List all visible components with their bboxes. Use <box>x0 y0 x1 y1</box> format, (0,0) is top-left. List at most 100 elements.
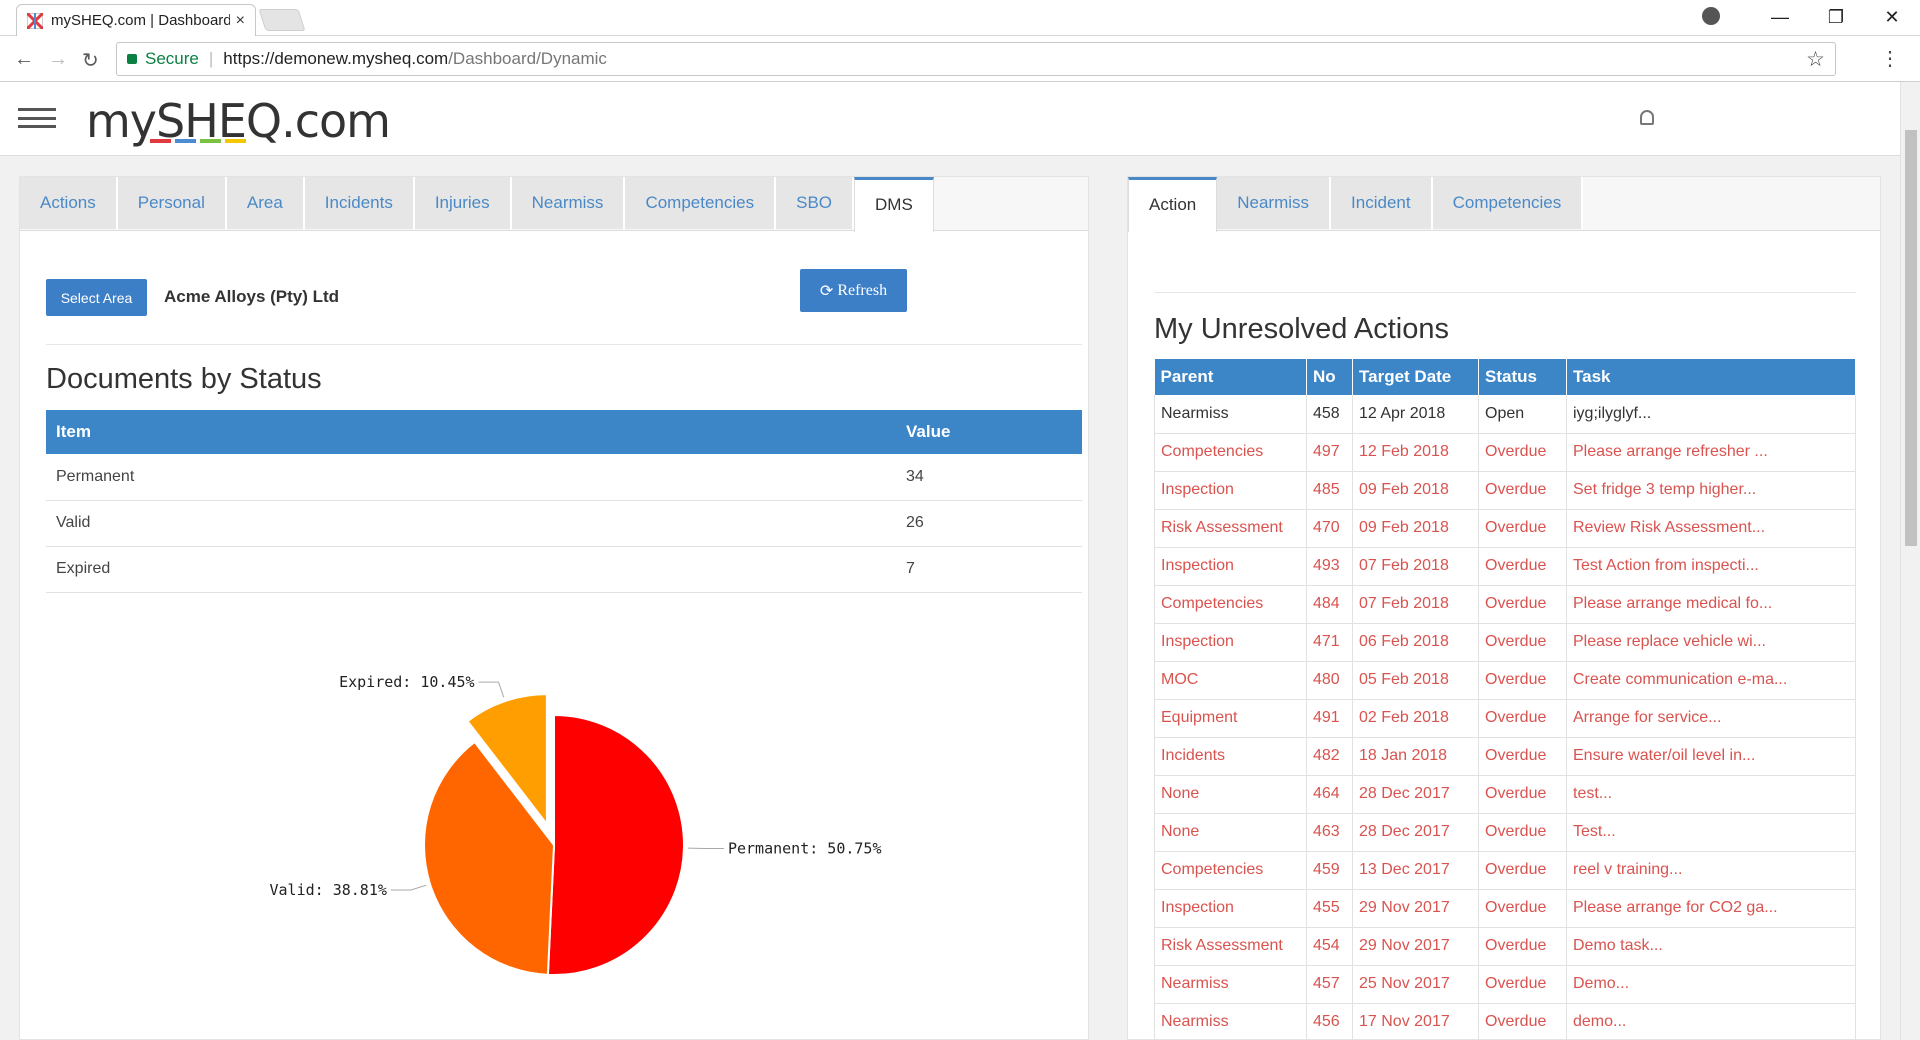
tab-nearmiss[interactable]: Nearmiss <box>1217 177 1332 229</box>
task-cell: Review Risk Assessment... <box>1566 509 1856 548</box>
number-cell: 454 <box>1306 927 1353 966</box>
documents-title: Documents by Status <box>46 363 322 395</box>
table-row[interactable]: Inspection 493 07 Feb 2018 Overdue Test Acti… <box>1154 547 1856 586</box>
window-controls: — ❐ ✕ <box>1752 0 1920 34</box>
logo-color-bars <box>150 139 246 143</box>
tab-incident[interactable]: Incident <box>1331 177 1433 229</box>
table-row[interactable]: Competencies 497 12 Feb 2018 Overdue Please … <box>1154 433 1856 472</box>
tab-actions[interactable]: Actions <box>20 177 118 229</box>
table-row: Expired 7 <box>46 546 1082 593</box>
status-cell: Overdue <box>1478 661 1567 700</box>
back-icon[interactable]: ← <box>14 48 34 71</box>
table-row[interactable]: Equipment 491 02 Feb 2018 Overdue Arrange fo… <box>1154 699 1856 738</box>
site-favicon-icon <box>25 11 45 30</box>
column-header-parent: Parent <box>1154 359 1307 395</box>
tab-dms[interactable]: DMS <box>854 177 934 232</box>
minimize-icon[interactable]: — <box>1752 7 1808 28</box>
table-row[interactable]: Inspection 455 29 Nov 2017 Overdue Please ar… <box>1154 889 1856 928</box>
target-date-cell: 06 Feb 2018 <box>1352 623 1479 662</box>
secure-label: Secure <box>145 49 199 68</box>
parent-cell: Inspection <box>1154 471 1307 510</box>
task-cell: Please arrange refresher ... <box>1566 433 1856 472</box>
restore-icon[interactable]: ❐ <box>1808 7 1864 28</box>
target-date-cell: 25 Nov 2017 <box>1352 965 1479 1004</box>
number-cell: 455 <box>1306 889 1353 928</box>
logo-bar <box>225 139 246 143</box>
status-cell: Overdue <box>1478 433 1567 472</box>
target-date-cell: 29 Nov 2017 <box>1352 927 1479 966</box>
number-cell: 459 <box>1306 851 1353 890</box>
target-date-cell: 09 Feb 2018 <box>1352 471 1479 510</box>
status-cell: Open <box>1478 395 1567 434</box>
task-cell: Please arrange for CO2 ga... <box>1566 889 1856 928</box>
close-tab-icon[interactable]: × <box>236 12 245 30</box>
logo-bar <box>200 139 221 143</box>
browser-tab[interactable]: mySHEQ.com | Dashboard × <box>16 4 256 36</box>
pie-label-expired: Expired: 10.45% <box>339 673 474 691</box>
table-row[interactable]: Competencies 459 13 Dec 2017 Overdue reel v … <box>1154 851 1856 890</box>
tab-nearmiss[interactable]: Nearmiss <box>511 177 626 229</box>
documents-pie-chart: Permanent: 50.75% Valid: 38.81% Expired: 1… <box>270 673 881 976</box>
table-row[interactable]: Inspection 471 06 Feb 2018 Overdue Please re… <box>1154 623 1856 662</box>
actions-panel: Action Nearmiss Incident Competencies My Un… <box>1127 176 1881 1040</box>
status-cell: Overdue <box>1478 471 1567 510</box>
tab-competencies[interactable]: Competencies <box>1432 177 1584 229</box>
profile-icon[interactable] <box>1702 7 1720 25</box>
target-date-cell: 12 Apr 2018 <box>1352 395 1479 434</box>
parent-cell: Nearmiss <box>1154 1003 1307 1040</box>
tab-sbo[interactable]: SBO <box>776 177 855 229</box>
parent-cell: Competencies <box>1154 433 1307 472</box>
parent-cell: Competencies <box>1154 585 1307 624</box>
task-cell: Arrange for service... <box>1566 699 1856 738</box>
table-row[interactable]: None 464 28 Dec 2017 Overdue test... <box>1154 775 1856 814</box>
pie-slice-permanent[interactable] <box>546 713 685 976</box>
tab-area[interactable]: Area <box>226 177 305 229</box>
task-cell: demo... <box>1566 1003 1856 1040</box>
number-cell: 497 <box>1306 433 1353 472</box>
notification-bell-icon[interactable] <box>1640 110 1654 125</box>
area-name: Acme Alloys (Pty) Ltd <box>164 287 340 306</box>
task-cell: Test... <box>1566 813 1856 852</box>
parent-cell: Incidents <box>1154 737 1307 776</box>
reload-icon[interactable]: ↻ <box>82 48 99 73</box>
new-tab-button[interactable] <box>258 9 306 31</box>
table-row[interactable]: Risk Assessment 470 09 Feb 2018 Overdue Revi… <box>1154 509 1856 548</box>
select-area-button[interactable]: Select Area <box>46 279 147 316</box>
table-row[interactable]: Risk Assessment 454 29 Nov 2017 Overdue Demo… <box>1154 927 1856 966</box>
table-row[interactable]: Nearmiss 458 12 Apr 2018 Open iyg;ilyglyf... <box>1154 395 1856 434</box>
tab-personal[interactable]: Personal <box>117 177 227 229</box>
table-row[interactable]: Inspection 485 09 Feb 2018 Overdue Set fridg… <box>1154 471 1856 510</box>
forward-icon[interactable]: → <box>48 48 68 71</box>
target-date-cell: 05 Feb 2018 <box>1352 661 1479 700</box>
table-row[interactable]: Incidents 482 18 Jan 2018 Overdue Ensure wat… <box>1154 737 1856 776</box>
column-header-no: No <box>1306 359 1353 395</box>
tab-incidents[interactable]: Incidents <box>304 177 415 229</box>
hamburger-menu-icon[interactable] <box>18 108 56 128</box>
refresh-icon: ⟳ <box>819 281 834 300</box>
bookmark-star-icon[interactable]: ☆ <box>1806 47 1825 72</box>
tab-injuries[interactable]: Injuries <box>414 177 512 229</box>
page-scrollbar[interactable] <box>1900 82 1920 1040</box>
target-date-cell: 28 Dec 2017 <box>1352 813 1479 852</box>
scrollbar-thumb[interactable] <box>1905 130 1917 546</box>
browser-menu-icon[interactable]: ⋮ <box>1880 46 1900 71</box>
target-date-cell: 18 Jan 2018 <box>1352 737 1479 776</box>
number-cell: 484 <box>1306 585 1353 624</box>
table-row[interactable]: None 463 28 Dec 2017 Overdue Test... <box>1154 813 1856 852</box>
tab-competencies[interactable]: Competencies <box>625 177 777 229</box>
url-input[interactable]: Secure | https://demonew.mysheq.com /Das… <box>116 42 1836 76</box>
refresh-button[interactable]: ⟳ Refresh <box>800 269 907 312</box>
window-close-icon[interactable]: ✕ <box>1864 7 1920 28</box>
table-row[interactable]: Competencies 484 07 Feb 2018 Overdue Please … <box>1154 585 1856 624</box>
tab-action[interactable]: Action <box>1128 177 1218 232</box>
app-header: mySHEQ.com <box>0 82 1900 156</box>
table-row[interactable]: Nearmiss 456 17 Nov 2017 Overdue demo... <box>1154 1003 1856 1040</box>
parent-cell: Risk Assessment <box>1154 927 1307 966</box>
table-row[interactable]: MOC 480 05 Feb 2018 Overdue Create communica… <box>1154 661 1856 700</box>
task-cell: Set fridge 3 temp higher... <box>1566 471 1856 510</box>
table-row[interactable]: Nearmiss 457 25 Nov 2017 Overdue Demo... <box>1154 965 1856 1004</box>
status-cell: Overdue <box>1478 813 1567 852</box>
parent-cell: Nearmiss <box>1154 395 1307 434</box>
column-header-value: Value <box>896 410 1082 454</box>
table-row: Valid 26 <box>46 500 1082 547</box>
